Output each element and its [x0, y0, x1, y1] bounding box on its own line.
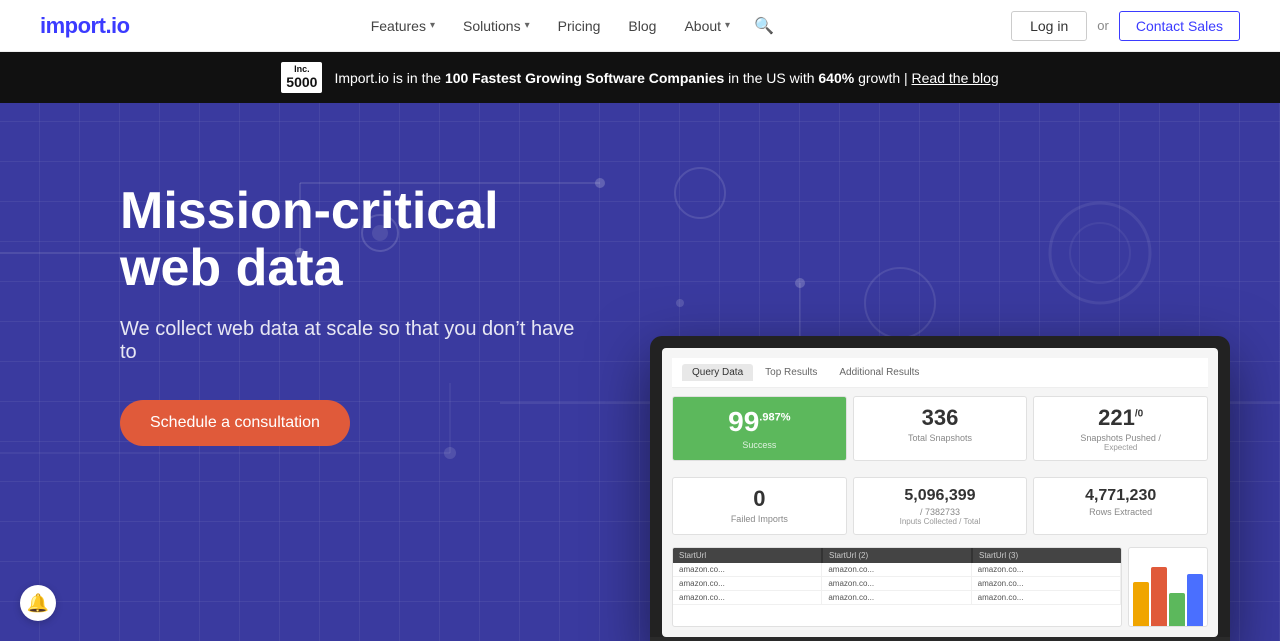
- stat-card-snapshots: 336 Total Snapshots: [853, 396, 1028, 461]
- dashboard-stats-row1: 99.987% Success 336 Total Snapshots 221/…: [672, 388, 1208, 469]
- navbar: import.io Features ▾ Solutions ▾ Pricing…: [0, 0, 1280, 52]
- failed-value: 0: [683, 486, 836, 512]
- tab-top-results[interactable]: Top Results: [755, 364, 827, 381]
- search-icon[interactable]: 🔍: [748, 12, 780, 41]
- dashboard-table: StartUrl StartUrl (2) StartUrl (3) amazo…: [672, 547, 1122, 627]
- announcement-bar: Inc. 5000 Import.io is in the 100 Fastes…: [0, 52, 1280, 103]
- rows-value: 4,771,230: [1044, 486, 1197, 505]
- hero-title: Mission-critical web data: [120, 183, 580, 297]
- nav-item-about[interactable]: About ▾: [674, 12, 740, 40]
- nav-item-solutions[interactable]: Solutions ▾: [453, 12, 540, 40]
- cell: amazon.co...: [673, 563, 822, 576]
- cell: amazon.co...: [673, 591, 822, 604]
- logo[interactable]: import.io: [40, 13, 130, 39]
- tab-query-data[interactable]: Query Data: [682, 364, 753, 381]
- bell-icon: 🔔: [27, 593, 49, 614]
- cell: amazon.co...: [972, 577, 1121, 590]
- laptop-base: [650, 637, 1230, 641]
- nav-actions: Log in or Contact Sales: [1011, 11, 1240, 41]
- hero-content: Mission-critical web data We collect web…: [0, 103, 700, 485]
- cell: amazon.co...: [822, 591, 971, 604]
- nav-link-features[interactable]: Features ▾: [361, 12, 445, 40]
- chevron-down-icon: ▾: [525, 20, 530, 31]
- dashboard-tabs: Query Data Top Results Additional Result…: [682, 364, 929, 381]
- login-button[interactable]: Log in: [1011, 11, 1087, 41]
- tab-additional-results[interactable]: Additional Results: [829, 364, 929, 381]
- stat-card-success: 99.987% Success: [672, 396, 847, 461]
- nav-item-features[interactable]: Features ▾: [361, 12, 445, 40]
- col-header-1: StartUrl: [673, 548, 821, 563]
- stat-card-inputs: 5,096,399 / 7382733 Inputs Collected / T…: [853, 477, 1028, 535]
- rows-label: Rows Extracted: [1044, 507, 1197, 517]
- bar-3: [1169, 593, 1185, 626]
- contact-sales-button[interactable]: Contact Sales: [1119, 11, 1240, 41]
- failed-label: Failed Imports: [683, 514, 836, 524]
- inputs-value: 5,096,399: [864, 486, 1017, 505]
- success-value: 99.987%: [683, 405, 836, 439]
- nav-item-blog[interactable]: Blog: [618, 12, 666, 40]
- laptop-outer: Query Data Top Results Additional Result…: [650, 336, 1230, 641]
- dashboard: Query Data Top Results Additional Result…: [662, 348, 1218, 638]
- cell: amazon.co...: [822, 577, 971, 590]
- hero-section: Mission-critical web data We collect web…: [0, 103, 1280, 641]
- dashboard-top-bar: Query Data Top Results Additional Result…: [672, 358, 1208, 388]
- cell: amazon.co...: [673, 577, 822, 590]
- bar-1: [1133, 582, 1149, 626]
- inputs-sublabel: Inputs Collected / Total: [864, 517, 1017, 526]
- nav-link-blog[interactable]: Blog: [618, 12, 666, 40]
- schedule-consultation-button[interactable]: Schedule a consultation: [120, 400, 350, 446]
- inputs-label: / 7382733: [864, 507, 1017, 517]
- cell: amazon.co...: [822, 563, 971, 576]
- bar-chart: [1128, 547, 1208, 627]
- table-row: amazon.co... amazon.co... amazon.co...: [673, 591, 1121, 605]
- stat-card-failed: 0 Failed Imports: [672, 477, 847, 535]
- nav-links: Features ▾ Solutions ▾ Pricing Blog Abou…: [361, 12, 780, 40]
- chevron-down-icon: ▾: [725, 20, 730, 31]
- pushed-value: 221/0: [1044, 405, 1197, 431]
- stat-card-rows: 4,771,230 Rows Extracted: [1033, 477, 1208, 535]
- nav-link-solutions[interactable]: Solutions ▾: [453, 12, 540, 40]
- announcement-link[interactable]: Read the blog: [912, 70, 999, 86]
- bar-4: [1187, 574, 1203, 626]
- nav-search-item[interactable]: 🔍: [748, 16, 780, 36]
- laptop-mockup: Query Data Top Results Additional Result…: [650, 336, 1230, 641]
- hero-subtitle: We collect web data at scale so that you…: [120, 318, 580, 364]
- col-header-3: StartUrl (3): [973, 548, 1121, 563]
- inc-badge: Inc. 5000: [281, 62, 322, 93]
- snapshots-label: Total Snapshots: [864, 433, 1017, 443]
- pushed-label: Snapshots Pushed /: [1044, 433, 1197, 443]
- cell: amazon.co...: [972, 591, 1121, 604]
- snapshots-value: 336: [864, 405, 1017, 431]
- dashboard-stats-row2: 0 Failed Imports 5,096,399 / 7382733 Inp…: [672, 469, 1208, 543]
- bar-2: [1151, 567, 1167, 626]
- nav-link-pricing[interactable]: Pricing: [548, 12, 611, 40]
- laptop-screen: Query Data Top Results Additional Result…: [662, 348, 1218, 638]
- stat-card-pushed: 221/0 Snapshots Pushed / Expected: [1033, 396, 1208, 461]
- table-row: amazon.co... amazon.co... amazon.co...: [673, 563, 1121, 577]
- cell: amazon.co...: [972, 563, 1121, 576]
- nav-or-text: or: [1097, 18, 1109, 33]
- dashboard-bottom: StartUrl StartUrl (2) StartUrl (3) amazo…: [672, 547, 1208, 627]
- nav-link-about[interactable]: About ▾: [674, 12, 740, 40]
- success-label: Success: [683, 440, 836, 450]
- pushed-sublabel: Expected: [1044, 443, 1197, 452]
- table-header: StartUrl StartUrl (2) StartUrl (3): [673, 548, 1121, 563]
- announcement-text: Import.io is in the 100 Fastest Growing …: [334, 70, 998, 86]
- chevron-down-icon: ▾: [430, 20, 435, 31]
- table-row: amazon.co... amazon.co... amazon.co...: [673, 577, 1121, 591]
- col-header-2: StartUrl (2): [823, 548, 971, 563]
- nav-item-pricing[interactable]: Pricing: [548, 12, 611, 40]
